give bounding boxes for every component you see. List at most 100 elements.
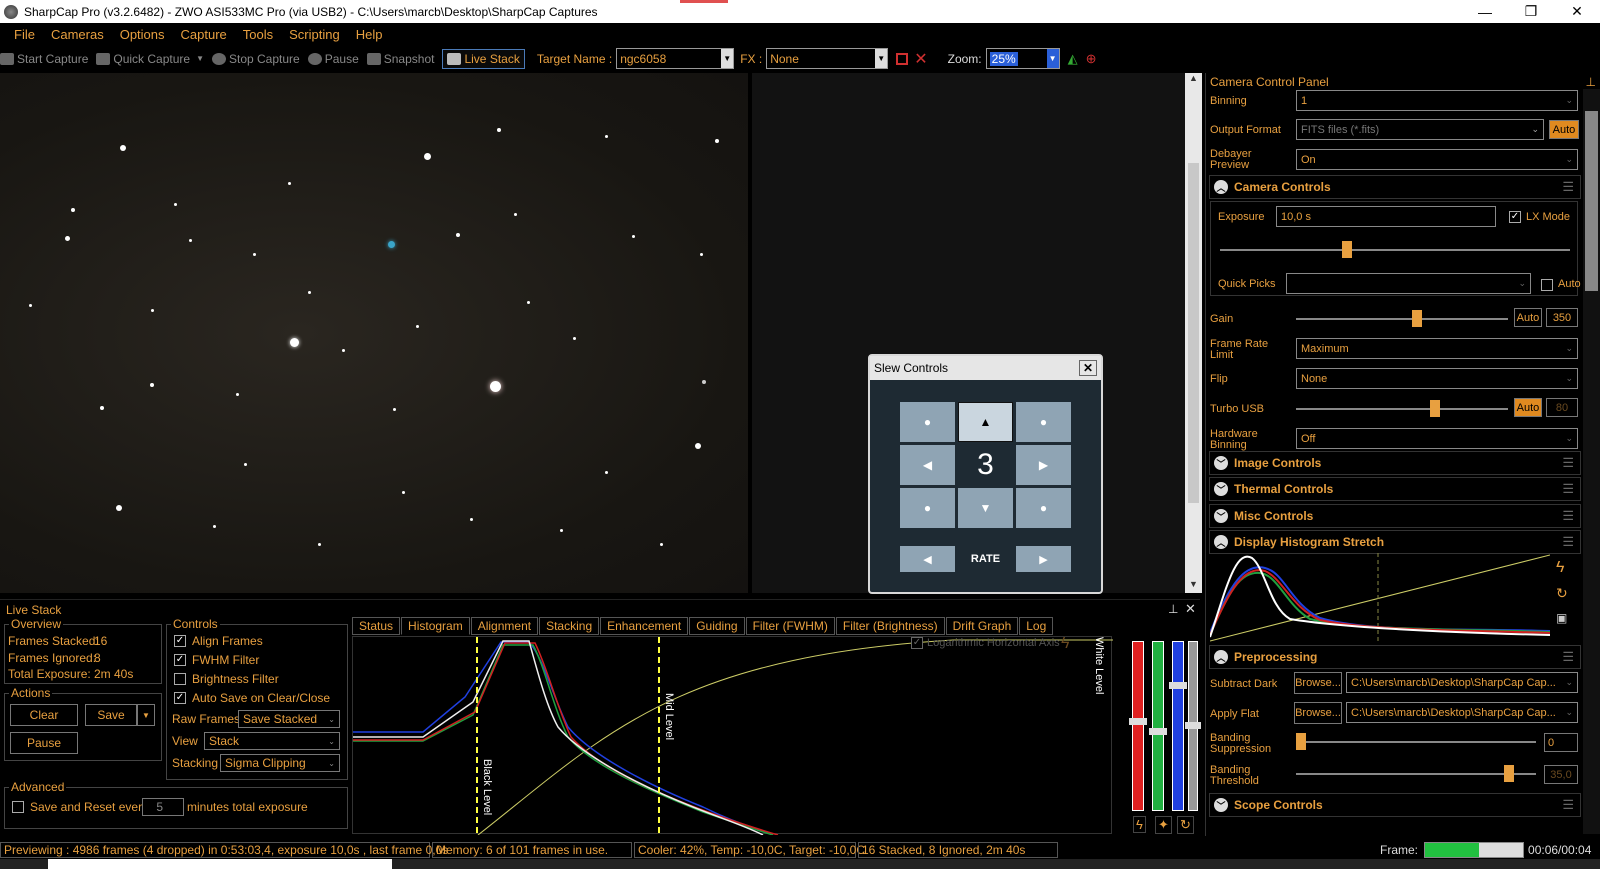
taskbar-search[interactable]: [48, 859, 392, 869]
close-window-button[interactable]: ✕: [1554, 0, 1600, 23]
misc-controls-section[interactable]: ﹀ Misc Controls ☰: [1209, 504, 1581, 528]
scope-controls-section[interactable]: ﹀ Scope Controls ☰: [1209, 793, 1581, 817]
collapse-icon[interactable]: ︿: [1214, 180, 1228, 194]
banding-suppression-value[interactable]: 0: [1544, 733, 1578, 752]
menu-tools[interactable]: Tools: [243, 27, 273, 42]
quick-picks-auto-checkbox[interactable]: [1541, 279, 1553, 291]
clear-fx-icon[interactable]: ✕: [914, 49, 927, 69]
tab-status[interactable]: Status: [352, 617, 401, 635]
dark-path-select[interactable]: C:\Users\marcb\Desktop\SharpCap Cap... ⌄: [1346, 672, 1578, 693]
hardware-binning-select[interactable]: Off ⌄: [1296, 428, 1578, 449]
slew-north-button[interactable]: ▲: [958, 402, 1013, 442]
gain-slider[interactable]: [1296, 310, 1508, 327]
blue-level-slider[interactable]: [1169, 641, 1187, 811]
raw-frames-select[interactable]: Save Stacked ⌄: [238, 710, 340, 728]
tab-histogram[interactable]: Histogram: [401, 617, 470, 635]
camera-controls-section[interactable]: ︿ Camera Controls ☰: [1209, 175, 1581, 199]
gain-value[interactable]: 350: [1546, 308, 1578, 327]
live-stack-button[interactable]: Live Stack: [442, 48, 525, 69]
frame-rate-select[interactable]: Maximum ⌄: [1296, 338, 1578, 359]
slew-ne-button[interactable]: ●: [1016, 402, 1071, 442]
menu-icon[interactable]: ☰: [1562, 649, 1574, 665]
zoom-select[interactable]: 25% ▼: [985, 48, 1060, 69]
reset-icon[interactable]: ↻: [1177, 816, 1194, 834]
slider-knob[interactable]: [1169, 682, 1187, 689]
banding-suppression-slider[interactable]: [1296, 733, 1536, 750]
maximize-button[interactable]: ❐: [1508, 0, 1554, 23]
menu-icon[interactable]: ☰: [1562, 455, 1574, 471]
slider-knob[interactable]: [1149, 728, 1167, 735]
banding-threshold-slider[interactable]: [1296, 765, 1536, 782]
lightning-icon[interactable]: ϟ: [1556, 559, 1564, 577]
turbo-auto-button[interactable]: Auto: [1514, 398, 1542, 417]
expand-icon[interactable]: ﹀: [1214, 509, 1228, 523]
pause-stack-button[interactable]: Pause: [10, 732, 78, 754]
rate-increase-button[interactable]: ▶: [1015, 546, 1071, 572]
fx-select[interactable]: None ▼: [766, 48, 889, 69]
tab-filter-brightness[interactable]: Filter (Brightness): [835, 617, 945, 635]
scroll-up-icon[interactable]: ▲: [1185, 73, 1202, 87]
tab-guiding[interactable]: Guiding: [689, 617, 745, 635]
menu-scripting[interactable]: Scripting: [289, 27, 340, 42]
image-controls-section[interactable]: ﹀ Image Controls ☰: [1209, 451, 1581, 475]
lightning-icon[interactable]: ϟ: [1061, 635, 1069, 653]
slew-sw-button[interactable]: ●: [900, 488, 955, 528]
menu-help[interactable]: Help: [356, 27, 383, 42]
slider-knob[interactable]: [1430, 400, 1440, 417]
slew-se-button[interactable]: ●: [1016, 488, 1071, 528]
scrollbar-thumb[interactable]: [1585, 111, 1598, 291]
clear-button[interactable]: Clear: [10, 704, 78, 726]
fx-region-icon[interactable]: [896, 52, 909, 65]
menu-file[interactable]: File: [14, 27, 35, 42]
collapse-icon[interactable]: ︿: [1214, 650, 1228, 664]
histogram-icon[interactable]: ◭: [1068, 51, 1078, 67]
fwhm-filter-checkbox[interactable]: ✓: [174, 654, 186, 666]
pause-button[interactable]: Pause: [307, 52, 359, 66]
slider-knob[interactable]: [1185, 722, 1201, 729]
menu-icon[interactable]: ☰: [1562, 179, 1574, 195]
slider-knob[interactable]: [1504, 765, 1514, 782]
preview-scrollbar[interactable]: ▲ ▼: [1185, 73, 1202, 593]
quick-capture-button[interactable]: Quick Capture ▼: [96, 52, 204, 66]
pin-icon[interactable]: ⊥: [1168, 602, 1178, 616]
scroll-down-icon[interactable]: ▼: [1185, 579, 1202, 593]
flat-path-select[interactable]: C:\Users\marcb\Desktop\SharpCap Cap... ⌄: [1346, 702, 1578, 723]
save-icon[interactable]: ▣: [1556, 611, 1567, 625]
minimize-button[interactable]: —: [1462, 0, 1508, 23]
start-capture-button[interactable]: Start Capture: [0, 52, 88, 66]
slew-south-button[interactable]: ▼: [958, 488, 1013, 528]
tab-filter-fwhm[interactable]: Filter (FWHM): [745, 617, 835, 635]
chevron-down-icon[interactable]: ▼: [196, 54, 204, 63]
green-level-slider[interactable]: [1149, 641, 1167, 811]
red-level-slider[interactable]: [1129, 641, 1147, 811]
tab-enhancement[interactable]: Enhancement: [600, 617, 689, 635]
gain-auto-button[interactable]: Auto: [1514, 308, 1542, 327]
tab-alignment[interactable]: Alignment: [470, 617, 539, 635]
menu-icon[interactable]: ☰: [1562, 797, 1574, 813]
stretch-histogram[interactable]: [1210, 553, 1550, 643]
slew-nw-button[interactable]: ●: [900, 402, 955, 442]
luminance-level-slider[interactable]: [1185, 641, 1201, 811]
chevron-down-icon[interactable]: ▼: [875, 49, 888, 68]
menu-icon[interactable]: ☰: [1562, 534, 1574, 550]
zoom-target-icon[interactable]: ⊕: [1086, 51, 1097, 67]
dark-browse-button[interactable]: Browse...: [1294, 672, 1342, 694]
slider-knob[interactable]: [1412, 310, 1422, 327]
menu-icon[interactable]: ☰: [1562, 481, 1574, 497]
scrollbar-thumb[interactable]: [1188, 163, 1199, 503]
close-icon[interactable]: ✕: [1185, 601, 1196, 617]
display-histogram-section[interactable]: ︿ Display Histogram Stretch ☰: [1209, 530, 1581, 554]
turbo-value[interactable]: 80: [1546, 398, 1578, 417]
binning-select[interactable]: 1 ⌄: [1296, 90, 1578, 111]
output-auto-button[interactable]: Auto: [1549, 120, 1579, 139]
chevron-down-icon[interactable]: ▼: [721, 49, 734, 68]
live-stack-histogram[interactable]: Black Level Mid Level White Level ✓ Loga…: [352, 635, 1113, 835]
flat-browse-button[interactable]: Browse...: [1294, 702, 1342, 724]
log-axis-checkbox[interactable]: ✓: [911, 637, 923, 649]
save-reset-stepper[interactable]: 5: [142, 798, 184, 816]
sparkle-icon[interactable]: ✦: [1155, 816, 1172, 834]
banding-threshold-value[interactable]: 35,0: [1544, 765, 1578, 784]
thermal-controls-section[interactable]: ﹀ Thermal Controls ☰: [1209, 477, 1581, 501]
expand-icon[interactable]: ﹀: [1214, 798, 1228, 812]
slider-knob[interactable]: [1342, 241, 1352, 258]
